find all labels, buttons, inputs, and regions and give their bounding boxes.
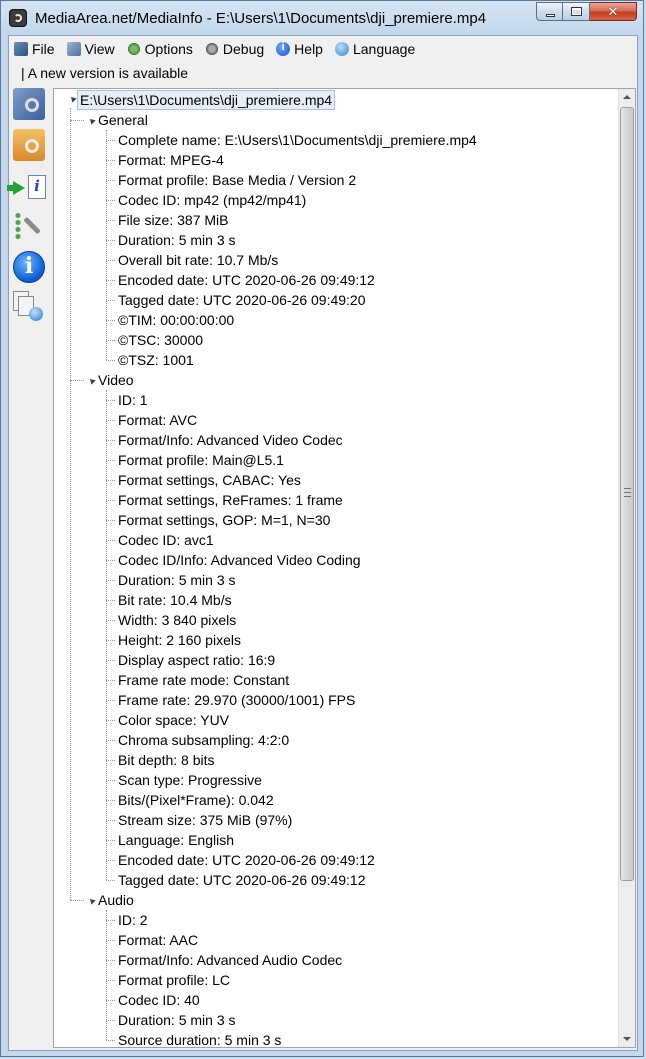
tree-field[interactable]: Codec ID: avc1 — [118, 530, 214, 550]
menu-view-label: View — [84, 41, 115, 57]
collapse-section-icon[interactable] — [84, 893, 96, 905]
close-button[interactable] — [590, 2, 637, 21]
app-window: MediaArea.net/MediaInfo - E:\Users\1\Doc… — [0, 0, 644, 1057]
tree-field[interactable]: Language: English — [118, 830, 234, 850]
tree-field[interactable]: Source duration: 5 min 3 s — [118, 1030, 281, 1047]
tree-field[interactable]: Bit rate: 10.4 Mb/s — [118, 590, 232, 610]
debug-icon — [204, 42, 219, 56]
tree-field[interactable]: Duration: 5 min 3 s — [118, 230, 236, 250]
client-area: File View Options Debug Help Language — [7, 35, 638, 1051]
tree-field[interactable]: Format/Info: Advanced Audio Codec — [118, 950, 342, 970]
grip-icon — [624, 488, 631, 497]
tree-field[interactable]: Chroma subsampling: 4:2:0 — [118, 730, 289, 750]
tree-view[interactable]: E:\Users\1\Documents\dji_premiere.mp4 Ge… — [54, 89, 618, 1047]
collapse-root-icon[interactable] — [65, 91, 77, 103]
tree-field[interactable]: ©TSC: 30000 — [118, 330, 203, 350]
tree-field[interactable]: Overall bit rate: 10.7 Mb/s — [118, 250, 278, 270]
tree-field[interactable]: Stream size: 375 MiB (97%) — [118, 810, 292, 830]
info-tree-panel[interactable]: E:\Users\1\Documents\dji_premiere.mp4 Ge… — [53, 88, 636, 1048]
file-icon — [14, 42, 28, 56]
tree-field[interactable]: Duration: 5 min 3 s — [118, 1010, 236, 1030]
tree-field[interactable]: Format profile: LC — [118, 970, 230, 990]
minimize-button[interactable] — [536, 2, 563, 21]
mediainfo-app-icon[interactable] — [9, 9, 27, 27]
tree-field[interactable]: Codec ID: mp42 (mp42/mp41) — [118, 190, 306, 210]
about-icon[interactable] — [13, 251, 45, 283]
window-title: MediaArea.net/MediaInfo - E:\Users\1\Doc… — [35, 10, 487, 27]
tree-field[interactable]: Height: 2 160 pixels — [118, 630, 241, 650]
tree-field[interactable]: Format settings, GOP: M=1, N=30 — [118, 510, 330, 530]
tree-field[interactable]: Format: AVC — [118, 410, 197, 430]
menu-file[interactable]: File — [14, 41, 55, 57]
caption-buttons — [536, 2, 637, 22]
scroll-up-arrow[interactable] — [619, 89, 635, 106]
tree-field[interactable]: Encoded date: UTC 2020-06-26 09:49:12 — [118, 850, 375, 870]
menu-language[interactable]: Language — [334, 41, 416, 57]
web-icon[interactable] — [13, 291, 45, 323]
tree-field[interactable]: Format: MPEG-4 — [118, 150, 224, 170]
tree-field[interactable]: Format/Info: Advanced Video Codec — [118, 430, 343, 450]
tree-field[interactable]: Scan type: Progressive — [118, 770, 262, 790]
menu-language-label: Language — [352, 41, 416, 57]
left-toolbar: i — [7, 88, 53, 1048]
maximize-button[interactable] — [563, 2, 590, 21]
tree-field[interactable]: Format profile: Main@L5.1 — [118, 450, 284, 470]
menu-help-label: Help — [294, 41, 323, 57]
vertical-scrollbar[interactable] — [618, 89, 635, 1047]
collapse-section-icon[interactable] — [84, 373, 96, 385]
menu-file-label: File — [32, 41, 55, 57]
scroll-down-arrow[interactable] — [619, 1030, 635, 1047]
tree-field[interactable]: ID: 2 — [118, 910, 148, 930]
tree-field[interactable]: Format settings, ReFrames: 1 frame — [118, 490, 343, 510]
tree-field[interactable]: Codec ID: 40 — [118, 990, 200, 1010]
preferences-icon[interactable] — [13, 210, 45, 242]
language-icon — [334, 42, 349, 56]
tree-field[interactable]: Complete name: E:\Users\1\Documents\dji_… — [118, 130, 477, 150]
section-video[interactable]: Video — [98, 370, 134, 390]
menu-debug[interactable]: Debug — [204, 41, 265, 57]
tree-field[interactable]: Color space: YUV — [118, 710, 229, 730]
menu-options[interactable]: Options — [126, 41, 193, 57]
help-icon — [276, 41, 291, 56]
view-icon — [66, 42, 81, 56]
scroll-thumb[interactable] — [620, 107, 634, 881]
tree-field[interactable]: Bit depth: 8 bits — [118, 750, 215, 770]
section-audio[interactable]: Audio — [98, 890, 134, 910]
tree-field[interactable]: Duration: 5 min 3 s — [118, 570, 236, 590]
tree-field[interactable]: File size: 387 MiB — [118, 210, 228, 230]
open-file-icon[interactable] — [13, 88, 45, 120]
title-bar[interactable]: MediaArea.net/MediaInfo - E:\Users\1\Doc… — [1, 1, 643, 35]
tree-field[interactable]: ©TIM: 00:00:00:00 — [118, 310, 234, 330]
tree-root-file[interactable]: E:\Users\1\Documents\dji_premiere.mp4 — [77, 90, 336, 110]
tree-field[interactable]: Encoded date: UTC 2020-06-26 09:49:12 — [118, 270, 375, 290]
tree-field[interactable]: Codec ID/Info: Advanced Video Coding — [118, 550, 361, 570]
tree-field[interactable]: Tagged date: UTC 2020-06-26 09:49:12 — [118, 870, 366, 890]
tree-field[interactable]: Display aspect ratio: 16:9 — [118, 650, 275, 670]
menu-options-label: Options — [144, 41, 193, 57]
section-general[interactable]: General — [98, 110, 148, 130]
tree-field[interactable]: Bits/(Pixel*Frame): 0.042 — [118, 790, 274, 810]
new-version-notice[interactable]: | A new version is available — [21, 65, 188, 81]
tree-field[interactable]: Frame rate mode: Constant — [118, 670, 289, 690]
tree-field[interactable]: ©TSZ: 1001 — [118, 350, 194, 370]
options-icon — [126, 42, 141, 56]
tree-field[interactable]: Width: 3 840 pixels — [118, 610, 236, 630]
menu-view[interactable]: View — [66, 41, 115, 57]
collapse-section-icon[interactable] — [84, 113, 96, 125]
menu-debug-label: Debug — [222, 41, 265, 57]
tree-field[interactable]: Format profile: Base Media / Version 2 — [118, 170, 356, 190]
tree-field[interactable]: Format settings, CABAC: Yes — [118, 470, 301, 490]
tree-field[interactable]: Frame rate: 29.970 (30000/1001) FPS — [118, 690, 355, 710]
menu-help[interactable]: Help — [276, 41, 323, 57]
tree-field[interactable]: ID: 1 — [118, 390, 148, 410]
open-folder-icon[interactable] — [13, 129, 45, 161]
tree-field[interactable]: Tagged date: UTC 2020-06-26 09:49:20 — [118, 290, 366, 310]
tree-field[interactable]: Format: AAC — [118, 930, 198, 950]
export-icon[interactable]: i — [7, 171, 46, 203]
menu-bar: File View Options Debug Help Language — [9, 36, 637, 62]
